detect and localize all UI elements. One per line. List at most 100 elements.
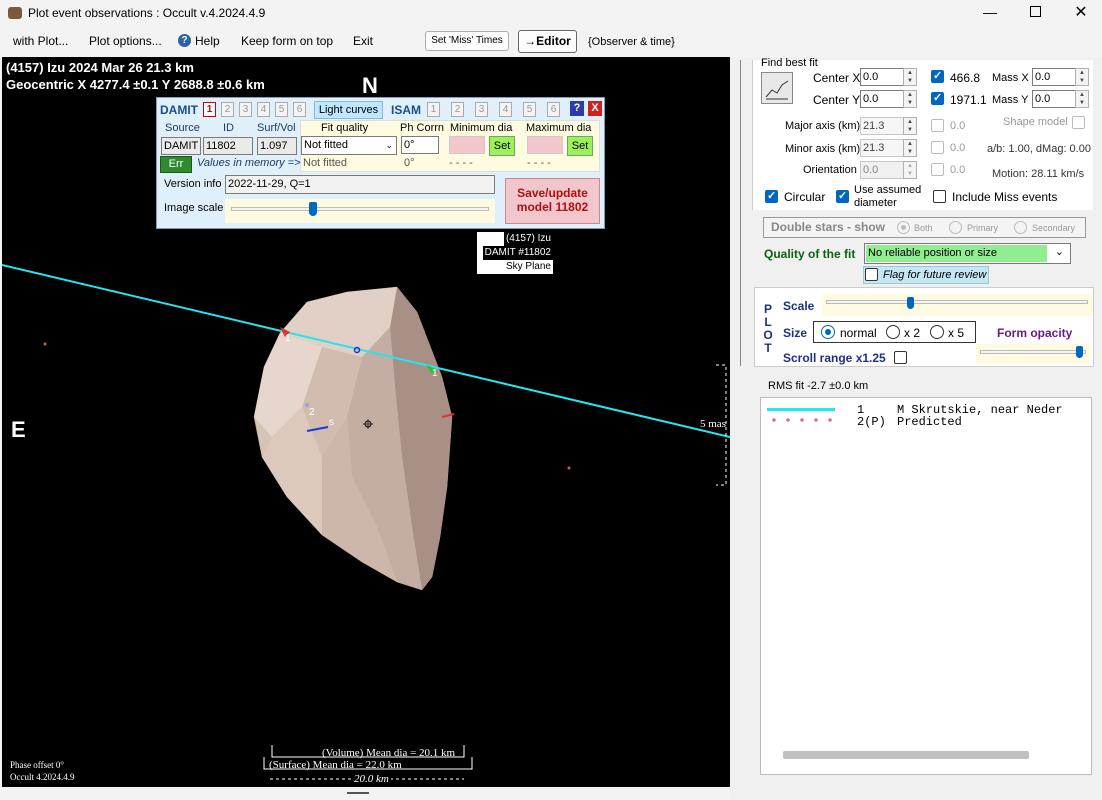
min-dia-set-button[interactable]: Set: [489, 136, 515, 156]
damit-tab-6[interactable]: 6: [293, 102, 306, 117]
both-label: Both: [914, 223, 933, 233]
center-y-checkbox[interactable]: [931, 91, 944, 105]
chevron-down-icon: ⌄: [1054, 246, 1064, 258]
size-normal-radio[interactable]: [821, 325, 835, 339]
major-axis-sigma: 0.0: [950, 120, 966, 132]
observer-time-label[interactable]: {Observer & time}: [588, 36, 675, 48]
form-opacity-thumb[interactable]: [1076, 346, 1083, 358]
menu-keep-form-on-top[interactable]: Keep form on top: [241, 34, 333, 48]
scale-slider[interactable]: [822, 294, 1092, 316]
fit-quality-memory: Not fitted: [303, 157, 348, 169]
set-miss-times-button[interactable]: Set 'Miss' Times: [425, 31, 509, 51]
max-dia-field[interactable]: [527, 136, 563, 154]
minor-axis-field[interactable]: 21.3: [860, 139, 904, 157]
chord-list[interactable]: 1 M Skrutskie, near Neder 2(P) Predicted: [760, 397, 1092, 775]
use-assumed-checkbox[interactable]: [836, 189, 849, 203]
plot-header-line1: (4157) Izu 2024 Mar 26 21.3 km: [6, 60, 194, 75]
isam-tab-6[interactable]: 6: [547, 102, 560, 117]
orientation-spinner[interactable]: ▲ ▼: [903, 161, 917, 179]
mass-x-field[interactable]: 0.0: [1032, 68, 1076, 86]
menu-help[interactable]: Help: [195, 34, 220, 48]
info-name: (4157) Izu: [503, 232, 553, 246]
size-x5-radio[interactable]: [930, 325, 944, 339]
include-miss-checkbox[interactable]: [933, 190, 946, 203]
minor-axis-label: Minor axis (km): [785, 143, 861, 155]
damit-panel: DAMIT 1 2 3 4 5 6 Light curves ISAM 1 2 …: [156, 97, 605, 229]
damit-tab-1[interactable]: 1: [203, 102, 216, 117]
isam-tab-5[interactable]: 5: [523, 102, 536, 117]
flag-review-checkbox[interactable]: [865, 268, 878, 281]
quality-of-fit-select[interactable]: No reliable position or size ⌄: [864, 243, 1071, 264]
menu-plot-options[interactable]: Plot options...: [89, 34, 162, 48]
orientation-checkbox[interactable]: [931, 163, 944, 176]
menu-exit[interactable]: Exit: [353, 34, 373, 48]
size-x2-radio[interactable]: [886, 325, 900, 339]
secondary-radio[interactable]: [1014, 221, 1027, 234]
editor-button[interactable]: →Editor: [518, 30, 577, 53]
chord-list-scrollbar[interactable]: [783, 751, 1029, 759]
major-axis-field[interactable]: 21.3: [860, 117, 904, 135]
mass-y-field[interactable]: 0.0: [1032, 90, 1076, 108]
major-axis-spinner[interactable]: ▲ ▼: [903, 117, 917, 135]
scroll-range-label: Scroll range x1.25: [783, 351, 886, 365]
save-update-model-button[interactable]: Save/update model 11802: [505, 178, 600, 224]
isam-tab-1[interactable]: 1: [427, 102, 440, 117]
center-y-label: Center Y: [813, 93, 861, 107]
isam-tab-4[interactable]: 4: [499, 102, 512, 117]
app-icon: [8, 7, 22, 19]
ph-corrn-field[interactable]: 0°: [401, 136, 439, 154]
max-dia-set-button[interactable]: Set: [567, 136, 593, 156]
ph-corrn-memory: 0°: [404, 157, 415, 169]
help-icon[interactable]: ?: [178, 34, 191, 47]
min-dia-field[interactable]: [449, 136, 485, 154]
isam-tab-3[interactable]: 3: [475, 102, 488, 117]
maximize-button[interactable]: [1022, 4, 1048, 24]
minor-axis-checkbox[interactable]: [931, 141, 944, 154]
image-scale-slider[interactable]: [225, 199, 495, 223]
circular-checkbox[interactable]: [765, 189, 778, 203]
chord-label-2: 2: [309, 407, 315, 418]
err-button[interactable]: Err: [160, 156, 192, 173]
damit-tab-2[interactable]: 2: [221, 102, 234, 117]
find-best-fit-button[interactable]: [761, 72, 793, 104]
orientation-field[interactable]: 0.0: [860, 161, 904, 179]
asteroid-info-box: (4157) Izu DAMIT #11802 Sky Plane: [477, 232, 553, 274]
mass-x-spinner[interactable]: ▲ ▼: [1075, 68, 1089, 86]
resize-grip[interactable]: [347, 792, 369, 794]
form-opacity-slider[interactable]: [976, 344, 1090, 364]
scale-slider-thumb[interactable]: [907, 297, 914, 309]
light-curves-button[interactable]: Light curves: [314, 101, 383, 119]
image-scale-thumb[interactable]: [309, 202, 317, 216]
minor-axis-spinner[interactable]: ▲ ▼: [903, 139, 917, 157]
damit-tab-4[interactable]: 4: [257, 102, 270, 117]
both-radio[interactable]: [897, 221, 910, 234]
center-x-field[interactable]: 0.0: [860, 68, 904, 86]
damit-tab-3[interactable]: 3: [239, 102, 252, 117]
center-x-spinner[interactable]: ▲ ▼: [903, 68, 917, 86]
damit-tab-5[interactable]: 5: [275, 102, 288, 117]
minimize-button[interactable]: —: [975, 4, 1005, 24]
damit-help-button[interactable]: ?: [570, 101, 584, 116]
mass-y-label: Mass Y: [992, 94, 1029, 106]
scroll-range-checkbox[interactable]: [894, 351, 907, 364]
min-dia-memory: - - - -: [449, 157, 473, 169]
primary-radio[interactable]: [949, 221, 962, 234]
shape-model-checkbox[interactable]: [1072, 116, 1085, 129]
max-dia-memory: - - - -: [527, 157, 551, 169]
center-x-checkbox[interactable]: [931, 69, 944, 83]
menu-with-plot[interactable]: with Plot...: [13, 34, 68, 48]
isam-tab-2[interactable]: 2: [451, 102, 464, 117]
center-y-field[interactable]: 0.0: [860, 90, 904, 108]
major-axis-checkbox[interactable]: [931, 119, 944, 132]
mass-y-spinner[interactable]: ▲ ▼: [1075, 90, 1089, 108]
damit-close-button[interactable]: X: [588, 101, 602, 116]
close-window-button[interactable]: ✕: [1068, 2, 1094, 24]
motion-label: Motion: 28.11 km/s: [992, 168, 1085, 180]
center-y-spinner[interactable]: ▲ ▼: [903, 90, 917, 108]
phase-offset-label: Phase offset 0°: [10, 760, 64, 770]
circular-label: Circular: [784, 190, 826, 204]
min-dia-label: Minimum dia: [450, 122, 513, 134]
secondary-label: Secondary: [1032, 223, 1076, 233]
fit-quality-select[interactable]: Not fitted ⌄: [301, 136, 397, 155]
s-label: s: [329, 417, 334, 428]
